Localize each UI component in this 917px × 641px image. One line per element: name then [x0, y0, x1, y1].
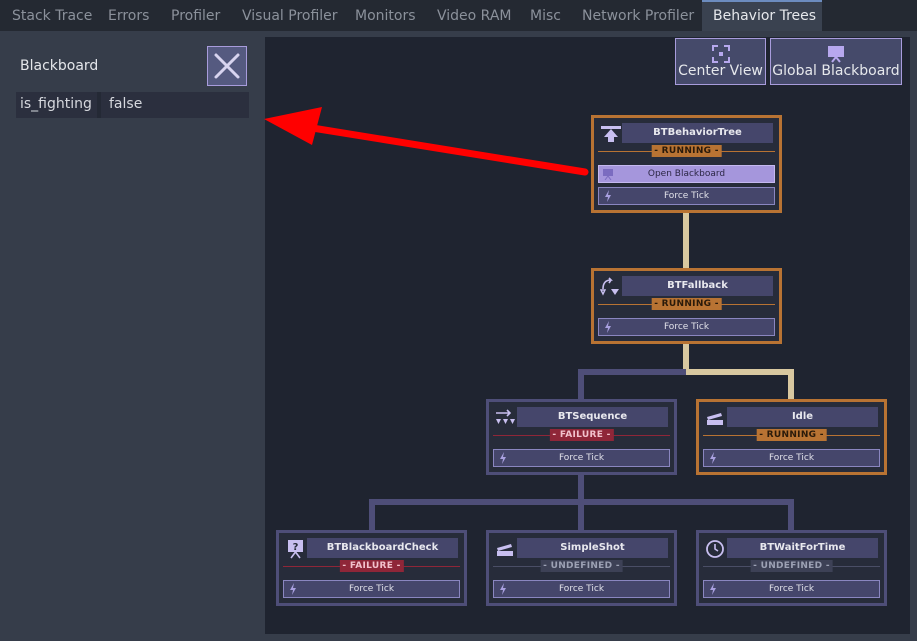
lightning-icon	[605, 321, 611, 333]
tab-network-profiler[interactable]: Network Profiler	[582, 0, 694, 31]
open-blackboard-label: Open Blackboard	[647, 169, 726, 179]
force-tick-button[interactable]: Force Tick	[493, 580, 670, 598]
lightning-icon	[710, 452, 716, 464]
force-tick-label: Force Tick	[663, 191, 710, 201]
blackboard-panel	[0, 31, 265, 641]
clock-icon	[706, 540, 724, 558]
close-icon	[214, 53, 240, 79]
sequence-icon	[496, 409, 515, 424]
force-tick-label: Force Tick	[558, 584, 605, 594]
node-title: BTSequence	[517, 407, 668, 427]
tab-misc[interactable]: Misc	[530, 0, 561, 31]
blackboard-title: Blackboard	[20, 58, 99, 74]
status-badge: - UNDEFINED -	[540, 560, 623, 572]
force-tick-button[interactable]: Force Tick	[703, 449, 880, 467]
force-tick-button[interactable]: Force Tick	[703, 580, 880, 598]
status-badge: - RUNNING -	[651, 145, 722, 157]
force-tick-label: Force Tick	[768, 584, 815, 594]
blackboard-icon	[603, 169, 613, 180]
node-title: SimpleShot	[517, 538, 668, 558]
tab-video-ram[interactable]: Video RAM	[437, 0, 512, 31]
force-tick-button[interactable]: Force Tick	[283, 580, 460, 598]
lightning-icon	[710, 583, 716, 595]
force-tick-button[interactable]: Force Tick	[493, 449, 670, 467]
force-tick-label: Force Tick	[768, 453, 815, 463]
node-bt-fallback[interactable]: BTFallback - RUNNING - Force Tick	[591, 268, 782, 344]
center-view-label: Center View	[678, 63, 763, 79]
force-tick-label: Force Tick	[663, 322, 710, 332]
tab-stack-trace[interactable]: Stack Trace	[12, 0, 92, 31]
force-tick-button[interactable]: Force Tick	[598, 318, 775, 336]
tab-profiler[interactable]: Profiler	[171, 0, 220, 31]
status-badge: - FAILURE -	[549, 429, 614, 441]
node-idle[interactable]: Idle - RUNNING - Force Tick	[696, 399, 887, 475]
status-badge: - UNDEFINED -	[750, 560, 833, 572]
blackboard-entry: is_fighting false	[16, 92, 249, 118]
tab-monitors[interactable]: Monitors	[355, 0, 416, 31]
action-icon	[707, 413, 723, 425]
force-tick-label: Force Tick	[558, 453, 605, 463]
open-blackboard-button[interactable]: Open Blackboard	[598, 165, 775, 183]
force-tick-label: Force Tick	[348, 584, 395, 594]
action-icon	[497, 544, 513, 556]
tab-behavior-trees[interactable]: Behavior Trees	[702, 0, 822, 31]
node-simple-shot[interactable]: SimpleShot - UNDEFINED - Force Tick	[486, 530, 677, 606]
node-title: BTBlackboardCheck	[307, 538, 458, 558]
node-bt-sequence[interactable]: BTSequence - FAILURE - Force Tick	[486, 399, 677, 475]
center-view-icon	[711, 45, 730, 63]
close-blackboard-button[interactable]	[207, 46, 247, 86]
lightning-icon	[500, 583, 506, 595]
tab-visual-profiler[interactable]: Visual Profiler	[242, 0, 338, 31]
blackboard-check-icon: ?	[288, 540, 303, 559]
node-title: BTBehaviorTree	[622, 123, 773, 143]
kv-separator	[97, 92, 101, 118]
center-view-button[interactable]: Center View	[675, 38, 766, 85]
node-bt-behavior-tree[interactable]: BTBehaviorTree - RUNNING - Open Blackboa…	[591, 115, 782, 213]
tab-errors[interactable]: Errors	[108, 0, 149, 31]
node-title: Idle	[727, 407, 878, 427]
fallback-icon	[600, 277, 619, 296]
blackboard-key: is_fighting	[20, 96, 92, 112]
blackboard-icon	[828, 46, 844, 63]
force-tick-button[interactable]: Force Tick	[598, 187, 775, 205]
lightning-icon	[290, 583, 296, 595]
global-blackboard-label: Global Blackboard	[772, 63, 900, 79]
node-title: BTWaitForTime	[727, 538, 878, 558]
node-title: BTFallback	[622, 276, 773, 296]
tree-icon	[601, 126, 621, 142]
debugger-tab-bar: Stack Trace Errors Profiler Visual Profi…	[0, 0, 917, 31]
status-badge: - RUNNING -	[756, 429, 827, 441]
lightning-icon	[605, 190, 611, 202]
node-bt-wait-for-time[interactable]: BTWaitForTime - UNDEFINED - Force Tick	[696, 530, 887, 606]
lightning-icon	[500, 452, 506, 464]
status-badge: - RUNNING -	[651, 298, 722, 310]
blackboard-value[interactable]: false	[109, 96, 142, 112]
status-badge: - FAILURE -	[339, 560, 404, 572]
node-bt-blackboard-check[interactable]: ? BTBlackboardCheck - FAILURE - Force Ti…	[276, 530, 467, 606]
global-blackboard-button[interactable]: Global Blackboard	[770, 38, 902, 85]
